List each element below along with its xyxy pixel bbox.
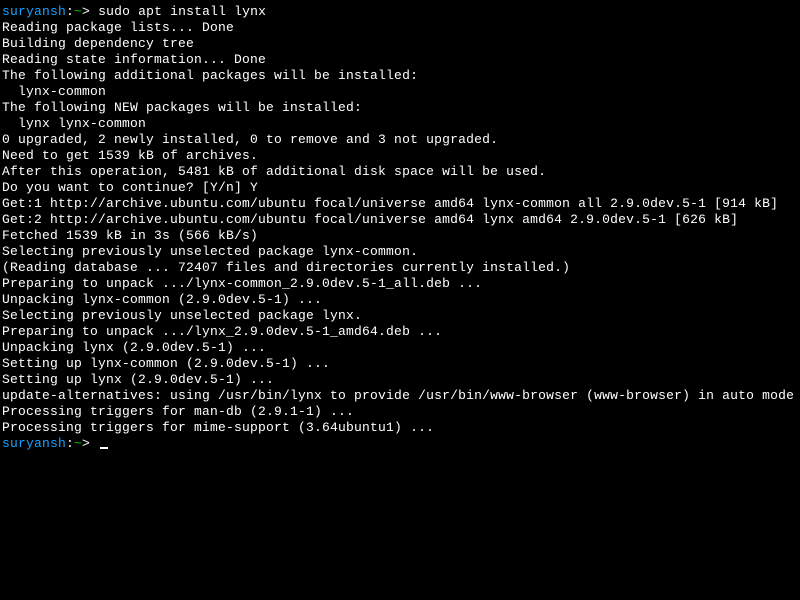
output-line: Processing triggers for mime-support (3.… (2, 420, 434, 435)
output-line: Get:2 http://archive.ubuntu.com/ubuntu f… (2, 212, 738, 227)
output-line: Preparing to unpack .../lynx-common_2.9.… (2, 276, 482, 291)
output-line: Building dependency tree (2, 36, 194, 51)
prompt-user: suryansh (2, 436, 66, 451)
output-line: Reading state information... Done (2, 52, 266, 67)
prompt-path: ~ (74, 436, 82, 451)
output-line: lynx lynx-common (2, 116, 146, 131)
prompt-path: ~ (74, 4, 82, 19)
output-line: Need to get 1539 kB of archives. (2, 148, 258, 163)
output-line: 0 upgraded, 2 newly installed, 0 to remo… (2, 132, 498, 147)
prompt-sigil: > (82, 436, 90, 451)
output-line: Preparing to unpack .../lynx_2.9.0dev.5-… (2, 324, 442, 339)
output-line: Setting up lynx (2.9.0dev.5-1) ... (2, 372, 274, 387)
prompt-line-1: suryansh:~> sudo apt install lynx (2, 4, 266, 19)
output-line: Fetched 1539 kB in 3s (566 kB/s) (2, 228, 258, 243)
output-line: update-alternatives: using /usr/bin/lynx… (2, 388, 794, 403)
output-line: Selecting previously unselected package … (2, 308, 362, 323)
terminal[interactable]: suryansh:~> sudo apt install lynx Readin… (0, 0, 800, 456)
output-line: Setting up lynx-common (2.9.0dev.5-1) ..… (2, 356, 330, 371)
output-line: Selecting previously unselected package … (2, 244, 418, 259)
output-line: Reading package lists... Done (2, 20, 234, 35)
prompt-sep: : (66, 4, 74, 19)
output-line: After this operation, 5481 kB of additio… (2, 164, 546, 179)
command-text: sudo apt install lynx (98, 4, 266, 19)
output-line: Get:1 http://archive.ubuntu.com/ubuntu f… (2, 196, 778, 211)
prompt-line-2[interactable]: suryansh:~> (2, 436, 108, 451)
cursor (100, 447, 108, 449)
output-line: lynx-common (2, 84, 106, 99)
output-line: Unpacking lynx-common (2.9.0dev.5-1) ... (2, 292, 322, 307)
output-line: Do you want to continue? [Y/n] Y (2, 180, 258, 195)
output-line: (Reading database ... 72407 files and di… (2, 260, 570, 275)
output-line: The following NEW packages will be insta… (2, 100, 362, 115)
prompt-sep: : (66, 436, 74, 451)
output-line: Unpacking lynx (2.9.0dev.5-1) ... (2, 340, 266, 355)
prompt-sigil: > (82, 4, 90, 19)
prompt-user: suryansh (2, 4, 66, 19)
output-line: The following additional packages will b… (2, 68, 418, 83)
output-line: Processing triggers for man-db (2.9.1-1)… (2, 404, 354, 419)
